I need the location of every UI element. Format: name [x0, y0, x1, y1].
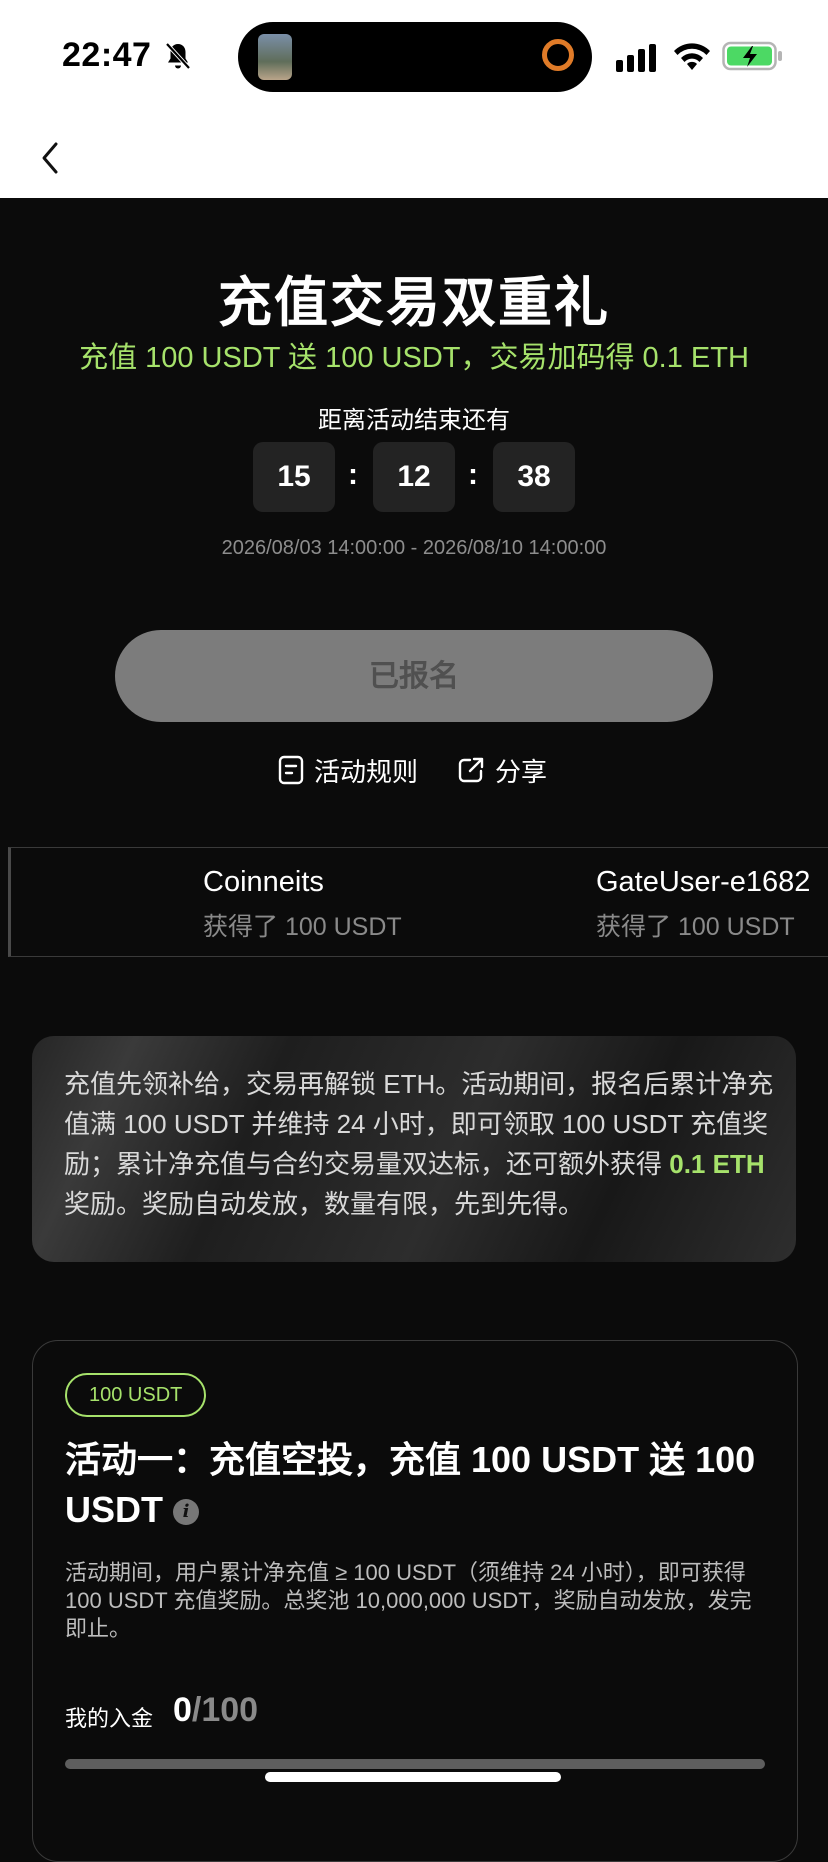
- ticker-item: Coinneits 获得了 100 USDT: [203, 866, 402, 943]
- activity-ring-icon: [542, 39, 574, 71]
- activity-title-text: 活动一：充值空投，充值 100 USDT 送 100 USDT: [65, 1439, 756, 1530]
- my-deposit-value: 0/100: [173, 1691, 258, 1730]
- campaign-title: 充值交易双重礼: [218, 273, 610, 333]
- back-chevron-icon[interactable]: [36, 140, 64, 176]
- reward-badge: 100 USDT: [65, 1373, 207, 1417]
- bell-slash-icon: [165, 42, 191, 70]
- promo-text-after: 奖励。奖励自动发放，数量有限，先到先得。: [64, 1189, 585, 1219]
- document-icon: [278, 755, 304, 785]
- status-bar: 22:47: [0, 0, 828, 110]
- countdown-seconds: 38: [493, 442, 575, 512]
- rules-link[interactable]: 活动规则: [278, 748, 418, 792]
- campaign-subtitle: 充值 100 USDT 送 100 USDT，交易加码得 0.1 ETH: [79, 342, 749, 374]
- deposit-current: 0: [173, 1691, 192, 1729]
- share-icon: [458, 757, 484, 783]
- countdown-separator: :: [468, 458, 478, 491]
- battery-charging-icon: [722, 41, 782, 71]
- wifi-icon: [674, 43, 710, 70]
- dynamic-island: [238, 22, 592, 92]
- activity-description: 活动期间，用户累计净充值 ≥ 100 USDT（须维持 24 小时），即可获得 …: [65, 1560, 752, 1641]
- share-link[interactable]: 分享: [457, 748, 547, 792]
- promo-banner: 充值先领补给，交易再解锁 ETH。活动期间，报名后累计净充值满 100 USDT…: [32, 1036, 796, 1262]
- ticker-item: GateUser-e1682 获得了 100 USDT: [596, 866, 810, 943]
- deposit-target: /100: [191, 1691, 259, 1729]
- countdown-separator: :: [348, 458, 358, 491]
- home-indicator[interactable]: [265, 1772, 561, 1782]
- action-links: 活动规则 分享: [0, 748, 828, 792]
- status-time: 22:47: [62, 36, 152, 74]
- countdown-label: 距离活动结束还有: [318, 407, 510, 434]
- promo-text: 充值先领补给，交易再解锁 ETH。活动期间，报名后累计净充值满 100 USDT…: [64, 1064, 784, 1224]
- my-deposit-label: 我的入金: [65, 1706, 154, 1731]
- activity-one-card: 100 USDT 活动一：充值空投，充值 100 USDT 送 100 USDT…: [32, 1340, 798, 1862]
- ticker-user-name: Coinneits: [203, 866, 324, 898]
- activity-title: 活动一：充值空投，充值 100 USDT 送 100 USDT i: [65, 1435, 765, 1535]
- promo-text-before: 充值先领补给，交易再解锁 ETH。活动期间，报名后累计净充值满 100 USDT…: [64, 1069, 774, 1179]
- registered-button[interactable]: 已报名: [115, 630, 713, 722]
- signal-icon: [616, 44, 656, 72]
- countdown-hours: 15: [253, 442, 335, 512]
- rules-link-label: 活动规则: [314, 756, 419, 787]
- ticker-reward: 获得了 100 USDT: [203, 913, 402, 941]
- info-icon[interactable]: i: [173, 1499, 199, 1526]
- event-date-range: 2026/08/03 14:00:00 - 2026/08/10 14:00:0…: [221, 537, 607, 559]
- nav-bar: [0, 110, 828, 198]
- media-thumbnail: [258, 34, 292, 80]
- share-link-label: 分享: [495, 756, 548, 787]
- winners-ticker: Coinneits 获得了 100 USDT GateUser-e1682 获得…: [8, 847, 828, 957]
- countdown-minutes: 12: [373, 442, 455, 512]
- ticker-reward: 获得了 100 USDT: [596, 913, 795, 941]
- ticker-user-name: GateUser-e1682: [596, 866, 811, 898]
- deposit-progress-bar: [65, 1759, 765, 1769]
- promo-highlight: 0.1 ETH: [669, 1149, 765, 1179]
